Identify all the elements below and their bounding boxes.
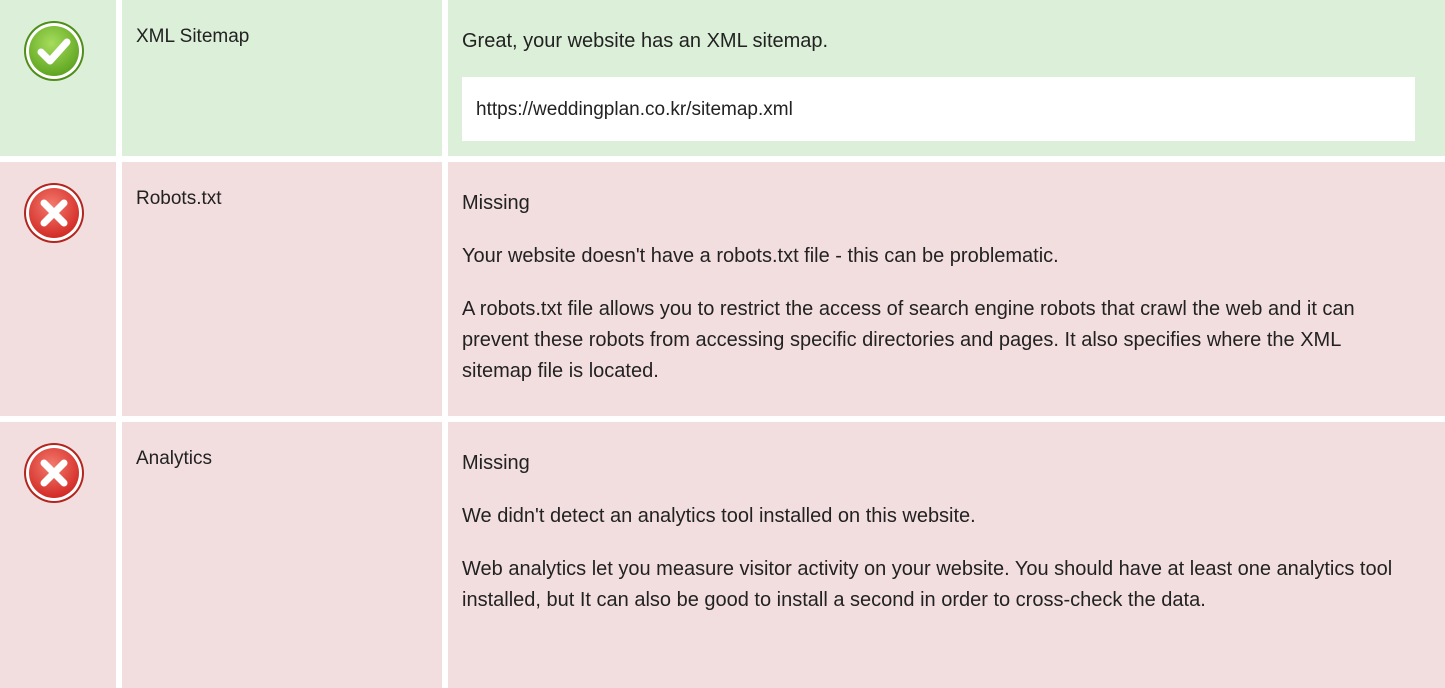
x-circle-icon bbox=[24, 443, 84, 503]
check-message: We didn't detect an analytics tool insta… bbox=[462, 505, 976, 527]
check-status-text: Missing bbox=[462, 192, 530, 214]
check-name-cell: XML Sitemap bbox=[122, 0, 442, 156]
check-name: Robots.txt bbox=[136, 188, 222, 209]
check-name: XML Sitemap bbox=[136, 26, 250, 47]
check-content-cell: Great, your website has an XML sitemap. … bbox=[448, 0, 1445, 156]
check-name: Analytics bbox=[136, 448, 213, 469]
check-message: Great, your website has an XML sitemap. bbox=[462, 30, 829, 52]
check-content-cell: Missing Your website doesn't have a robo… bbox=[448, 162, 1445, 416]
check-circle-icon bbox=[24, 21, 84, 81]
report-row-analytics: Analytics Missing We didn't detect an an… bbox=[0, 422, 1445, 688]
check-description: Web analytics let you measure visitor ac… bbox=[462, 558, 1393, 611]
check-name-cell: Analytics bbox=[122, 422, 442, 688]
report-row-robots-txt: Robots.txt Missing Your website doesn't … bbox=[0, 162, 1445, 416]
x-circle-icon bbox=[24, 183, 84, 243]
check-content-cell: Missing We didn't detect an analytics to… bbox=[448, 422, 1445, 688]
status-cell bbox=[0, 0, 116, 156]
sitemap-url-box: https://weddingplan.co.kr/sitemap.xml bbox=[462, 77, 1415, 141]
report-row-xml-sitemap: XML Sitemap Great, your website has an X… bbox=[0, 0, 1445, 156]
sitemap-url[interactable]: https://weddingplan.co.kr/sitemap.xml bbox=[476, 94, 793, 125]
check-message: Your website doesn't have a robots.txt f… bbox=[462, 245, 1059, 267]
check-status-text: Missing bbox=[462, 452, 530, 474]
check-name-cell: Robots.txt bbox=[122, 162, 442, 416]
status-cell bbox=[0, 162, 116, 416]
seo-report: XML Sitemap Great, your website has an X… bbox=[0, 0, 1445, 688]
check-description: A robots.txt file allows you to restrict… bbox=[462, 298, 1355, 382]
status-cell bbox=[0, 422, 116, 688]
